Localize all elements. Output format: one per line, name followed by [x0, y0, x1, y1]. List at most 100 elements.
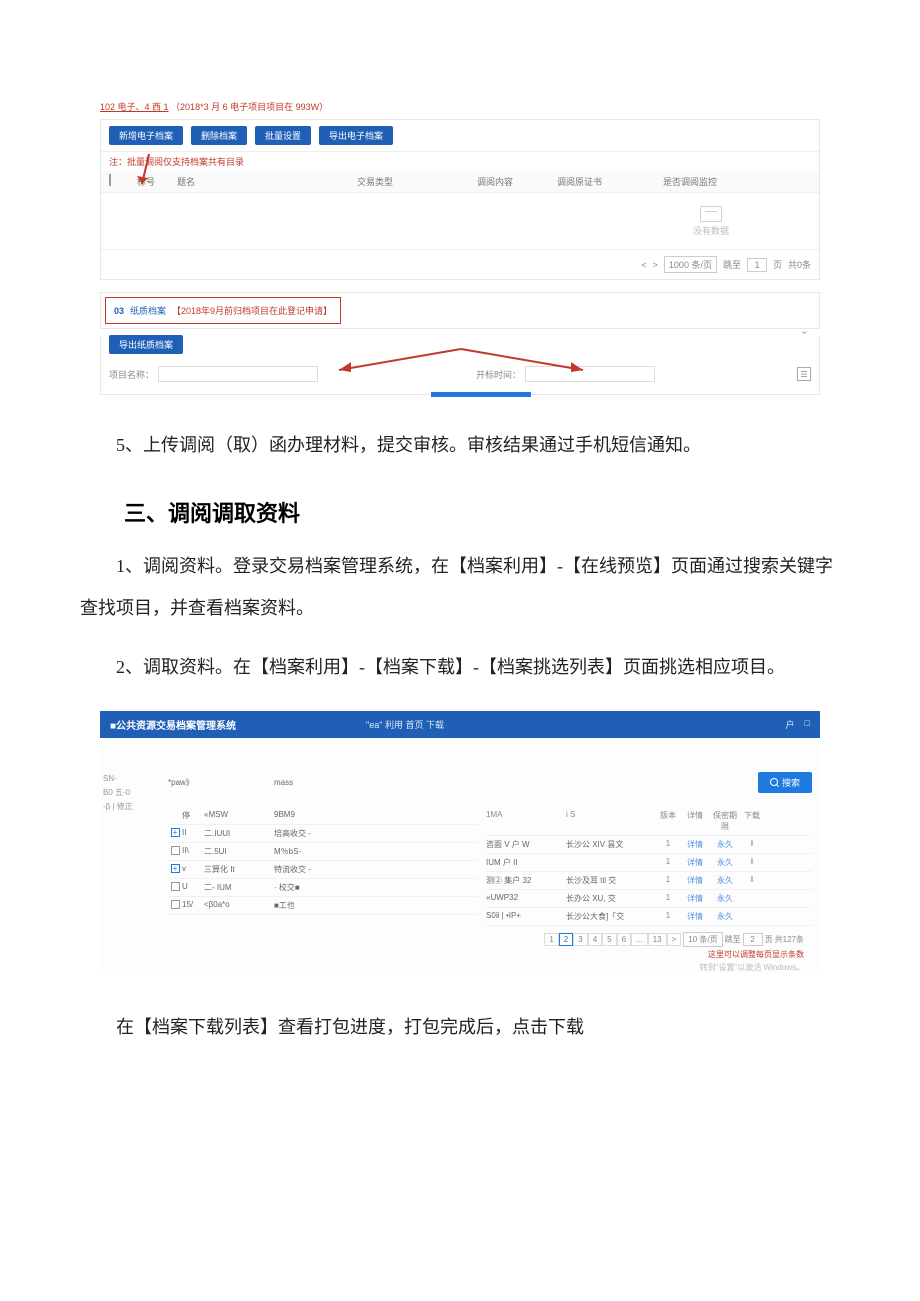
section-link-header: 102 电子、4 西 1 （2018*3 月 6 电子项目项目在 993W）	[100, 100, 820, 113]
cell: 三算化 It	[204, 864, 274, 875]
batch-note: 注：批量调阅仅支持档案共有目录	[101, 152, 819, 171]
cell	[740, 857, 764, 868]
collapse-chevron-icon[interactable]: ⌄	[800, 324, 809, 337]
table-row: IUM 户 II1详情永久	[486, 854, 812, 872]
cell: 二.IUUI	[204, 828, 274, 839]
page-button[interactable]: 2	[559, 933, 573, 946]
cell	[566, 857, 656, 868]
download-icon[interactable]	[749, 875, 756, 884]
screenshot-electronic-archive: 102 电子、4 西 1 （2018*3 月 6 电子项目项目在 993W） 新…	[100, 100, 820, 395]
goto-input[interactable]: 2	[743, 933, 763, 946]
empty-text: 没有数据	[693, 224, 729, 237]
open-time-label: 开标时间：	[476, 368, 521, 381]
detail-link[interactable]: 详情	[680, 875, 710, 886]
cell: S0ⅱ | •IP+	[486, 911, 566, 922]
table-header: 标号 题名 交易类型 调阅内容 调阅原证书 是否调阅监控	[101, 171, 819, 193]
sidebar-item[interactable]: -β | 修正	[103, 800, 157, 814]
new-electronic-archive-button[interactable]: 新增电子档案	[109, 126, 183, 145]
cell: 长办公 XU, 交	[566, 893, 656, 904]
cell: II\	[182, 846, 204, 857]
table-row[interactable]: II\二.5UIM％bS-	[168, 843, 478, 861]
page-button[interactable]: 6	[617, 933, 631, 946]
total-count: 共0条	[788, 258, 811, 271]
windows-activation-hint: 转到"设置"以激活 Windows。	[486, 962, 812, 973]
next-page-button[interactable]: >	[653, 260, 658, 270]
expand-icon[interactable]: +	[171, 828, 180, 837]
search-row: *paw》 mass 搜索	[160, 768, 820, 797]
cell: 永久	[710, 893, 740, 904]
section-link[interactable]: 102 电子、4 西 1	[100, 102, 169, 112]
cell: 培高收交 -	[274, 828, 344, 839]
cell: <β0a*o	[204, 900, 274, 911]
result-table-header: 1MA i S 版本 详情 保密期限 下载	[486, 807, 812, 836]
page-button[interactable]: 4	[588, 933, 602, 946]
select-all-checkbox[interactable]	[109, 175, 137, 188]
project-name-input[interactable]	[158, 366, 318, 382]
open-time-input[interactable]	[525, 366, 655, 382]
cell: 1	[656, 911, 680, 922]
table-row[interactable]: U二- IUM· 校交■	[168, 879, 478, 897]
page-button[interactable]: 13	[648, 933, 667, 946]
cell: 特流收交 -	[274, 864, 344, 875]
header-content: 调阅内容	[477, 175, 557, 188]
detail-link[interactable]: 详情	[680, 893, 710, 904]
user-icon[interactable]: 户	[786, 718, 795, 731]
cell: 永久	[710, 911, 740, 922]
checkbox[interactable]	[171, 882, 180, 891]
pagination-bar: 123456...13> 10 条/页 跳至 2 页 共127条	[486, 926, 812, 947]
sidebar-item[interactable]: B0 五-0	[103, 786, 157, 800]
cell: 长沙公 XIV 昙文	[566, 839, 656, 850]
prev-page-button[interactable]: <	[641, 260, 646, 270]
page-button[interactable]: ...	[631, 933, 648, 946]
cell: IUM 户 II	[486, 857, 566, 868]
pagesize-select[interactable]: 10 条/页	[683, 932, 722, 947]
page-button[interactable]: >	[667, 933, 682, 946]
pagesize-annotation: 这里可以调整每页显示条数	[486, 947, 812, 962]
table-row: «UWP32长办公 XU, 交1详情永久	[486, 890, 812, 908]
checkbox[interactable]	[171, 900, 180, 909]
paper-archive-section-header[interactable]: 03 纸质档案 【2018年9月前归档项目在此登记申请】 ⌄	[100, 292, 820, 329]
page-button[interactable]: 3	[573, 933, 587, 946]
sidebar-item[interactable]: SN-	[103, 772, 157, 786]
page-input[interactable]: 1	[747, 258, 767, 272]
goto-label: 跳至	[723, 258, 741, 271]
header-title: 题名	[177, 175, 357, 188]
search-button[interactable]: 搜索	[758, 772, 812, 793]
detail-link[interactable]: 详情	[680, 857, 710, 868]
paper-archive-title-box: 03 纸质档案 【2018年9月前归档项目在此登记申请】	[105, 297, 341, 324]
detail-link[interactable]: 详情	[680, 911, 710, 922]
calendar-icon[interactable]: ☰	[797, 367, 811, 381]
logout-icon[interactable]: □	[805, 718, 810, 731]
delete-archive-button[interactable]: 删除档案	[191, 126, 247, 145]
page-suffix: 页	[773, 258, 782, 271]
section-number: 03	[114, 306, 124, 316]
table-row: 测② 集户 32长沙及耳 til 交1详情永久	[486, 872, 812, 890]
batch-setting-button[interactable]: 批量设置	[255, 126, 311, 145]
paragraph-3-1: 1、调阅资料。登录交易档案管理系统，在【档案利用】-【在线预览】页面通过搜索关键…	[80, 546, 840, 629]
checkbox[interactable]	[171, 846, 180, 855]
table-row[interactable]: +v三算化 It特流收交 -	[168, 861, 478, 879]
cell: U	[182, 882, 204, 893]
cell: 测② 集户 32	[486, 875, 566, 886]
section-desc: （2018*3 月 6 电子项目项目在 993W）	[171, 102, 328, 112]
detail-link[interactable]: 详情	[680, 839, 710, 850]
section-label: 纸质档案	[130, 304, 166, 317]
table-row[interactable]: 15/<β0a*o■工也	[168, 897, 478, 915]
export-electronic-archive-button[interactable]: 导出电子档案	[319, 126, 393, 145]
underline-annotation-icon	[431, 388, 541, 402]
search-label-2: mass	[274, 778, 414, 787]
pagesize-select[interactable]: 1000 条/页	[664, 256, 717, 273]
cell	[740, 893, 764, 904]
page-button[interactable]: 5	[602, 933, 616, 946]
download-icon[interactable]	[749, 857, 756, 866]
goto-label: 跳至	[725, 934, 741, 945]
expand-icon[interactable]: +	[171, 864, 180, 873]
cell	[740, 911, 764, 922]
table-row[interactable]: +II二.IUUI培高收交 -	[168, 825, 478, 843]
paragraph-5: 5、上传调阅（取）函办理材料，提交审核。审核结果通过手机短信通知。	[80, 425, 840, 466]
empty-state: 没有数据	[101, 193, 819, 249]
download-icon[interactable]	[749, 839, 756, 848]
export-paper-archive-button[interactable]: 导出纸质档案	[109, 335, 183, 354]
cell: ■工也	[274, 900, 344, 911]
page-button[interactable]: 1	[544, 933, 558, 946]
